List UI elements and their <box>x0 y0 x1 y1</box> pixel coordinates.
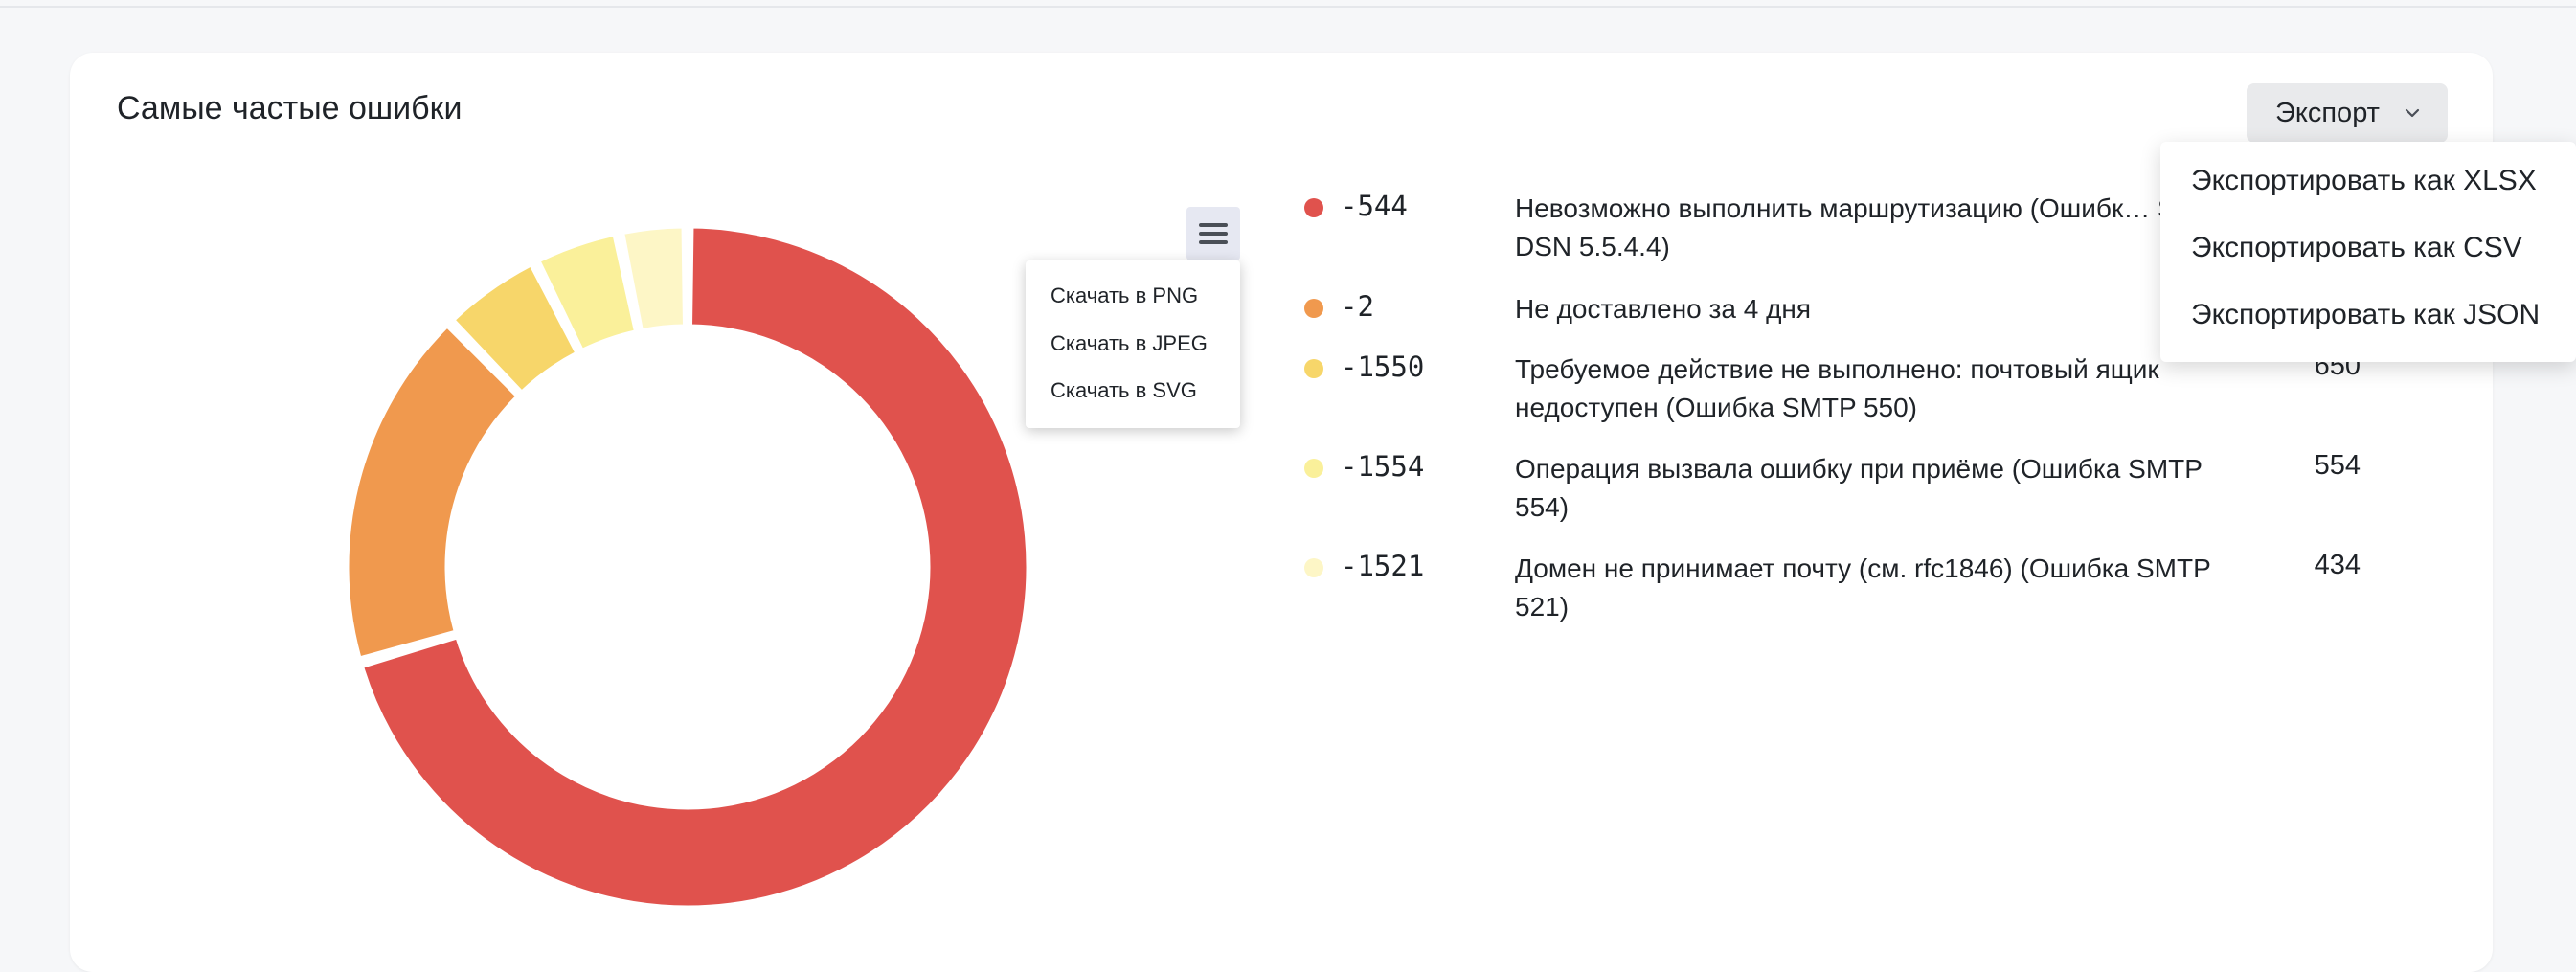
export-json-item[interactable]: Экспортировать как JSON <box>2191 299 2540 331</box>
error-code: -1521 <box>1341 550 1425 582</box>
error-description: Невозможно выполнить маршрутизацию (Ошиб… <box>1515 193 2242 261</box>
error-count: 434 <box>2314 550 2361 580</box>
export-csv-item[interactable]: Экспортировать как CSV <box>2191 232 2522 264</box>
top-divider <box>0 6 2576 8</box>
export-label: Экспорт <box>2275 97 2380 128</box>
legend-row[interactable]: -1554 Операция вызвала ошибку при приёме… <box>0 448 2490 544</box>
export-button[interactable]: Экспорт <box>2247 83 2448 143</box>
error-code: -2 <box>1341 290 1374 323</box>
error-code: -1550 <box>1341 350 1425 383</box>
error-count: 554 <box>2314 450 2361 481</box>
legend-row[interactable]: -1521 Домен не принимает почту (см. rfc1… <box>0 548 2490 644</box>
card-title: Самые частые ошибки <box>117 90 463 126</box>
legend-row[interactable]: -544 Невозможно выполнить маршрутизацию … <box>0 188 2490 283</box>
legend-dot <box>1304 558 1323 577</box>
error-description: Не доставлено за 4 дня <box>1515 294 1812 324</box>
chevron-down-icon <box>2405 108 2420 118</box>
error-code: -544 <box>1341 190 1408 222</box>
export-xlsx-item[interactable]: Экспортировать как XLSX <box>2191 165 2537 197</box>
legend-dot <box>1304 359 1323 378</box>
legend-row[interactable]: -1550 Требуемое действие не выполнено: п… <box>0 349 2490 444</box>
error-code: -1554 <box>1341 450 1425 483</box>
error-description: Требуемое действие не выполнено: почтовы… <box>1515 354 2159 422</box>
error-description: Операция вызвала ошибку при приёме (Ошиб… <box>1515 454 2203 522</box>
export-menu: Экспортировать как XLSX Экспортировать к… <box>2160 142 2576 362</box>
error-description: Домен не принимает почту (см. rfc1846) (… <box>1515 554 2211 622</box>
legend-dot <box>1304 299 1323 318</box>
legend-dot <box>1304 459 1323 478</box>
legend-dot <box>1304 198 1323 217</box>
